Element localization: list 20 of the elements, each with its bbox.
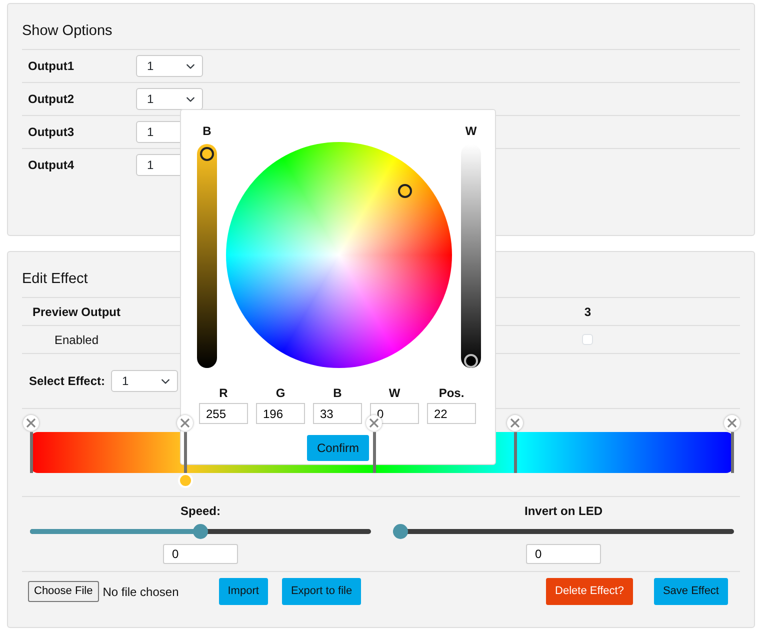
- select-label: Select Effect:: [29, 373, 106, 390]
- file-status: No file chosen: [102, 584, 179, 600]
- field-label: R: [219, 386, 228, 400]
- row-label: Enabled: [54, 332, 99, 348]
- column-header: Preview Output: [32, 304, 120, 320]
- field-label: G: [276, 386, 286, 400]
- column-header: 3: [584, 304, 592, 320]
- field-label: W: [388, 386, 400, 400]
- output-label: Output2: [28, 91, 75, 108]
- output-label: Output3: [28, 124, 75, 141]
- panel-title: Edit Effect: [22, 270, 89, 289]
- slider-label: Speed:: [180, 503, 220, 520]
- panel-title: Show Options: [22, 22, 114, 41]
- slider-label: B: [202, 124, 212, 138]
- slider-label: Invert on LED: [524, 503, 602, 520]
- field-label: B: [333, 386, 342, 400]
- output-label: Output4: [28, 157, 75, 174]
- slider-label: W: [465, 124, 477, 138]
- field-label: Pos.: [438, 386, 464, 400]
- output-label: Output1: [28, 58, 75, 75]
